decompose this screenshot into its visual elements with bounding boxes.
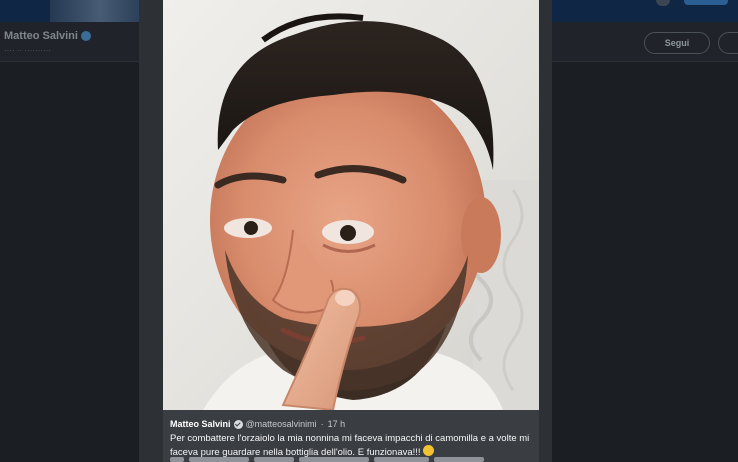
tweet-timestamp[interactable]: 17 h [328,418,346,430]
screenshot-root: Matteo Salvini ···· ·· ·········· Segui [0,0,738,462]
background-avatar-edge [656,0,670,6]
background-verified-icon [80,31,91,41]
verified-badge-icon [233,419,243,429]
background-profile-name-text: Matteo Salvini [4,30,78,42]
tweet-author-name[interactable]: Matteo Salvini [170,418,231,430]
tweet-header: Matteo Salvini @matteosalvinimi · 17 h [170,418,532,430]
background-more-button[interactable] [718,32,738,54]
tweet-author-handle[interactable]: @matteosalvinimi [246,418,317,430]
tweet-caption: Matteo Salvini @matteosalvinimi · 17 h P… [163,410,539,462]
follow-button[interactable]: Segui [644,32,710,54]
tweet-text-overflow [170,454,500,462]
tweet-text-line-1: Per combattere l'orzaiolo la mia nonnina… [170,433,530,444]
background-profile-name: Matteo Salvini [4,30,91,42]
tweet-photo[interactable] [163,0,539,410]
tweet-separator: · [320,419,324,429]
photo-illustration [163,0,539,410]
background-cover-image [50,0,150,22]
background-tweet-button-edge [684,0,728,5]
background-profile-subtitle: ···· ·· ·········· [4,46,52,55]
